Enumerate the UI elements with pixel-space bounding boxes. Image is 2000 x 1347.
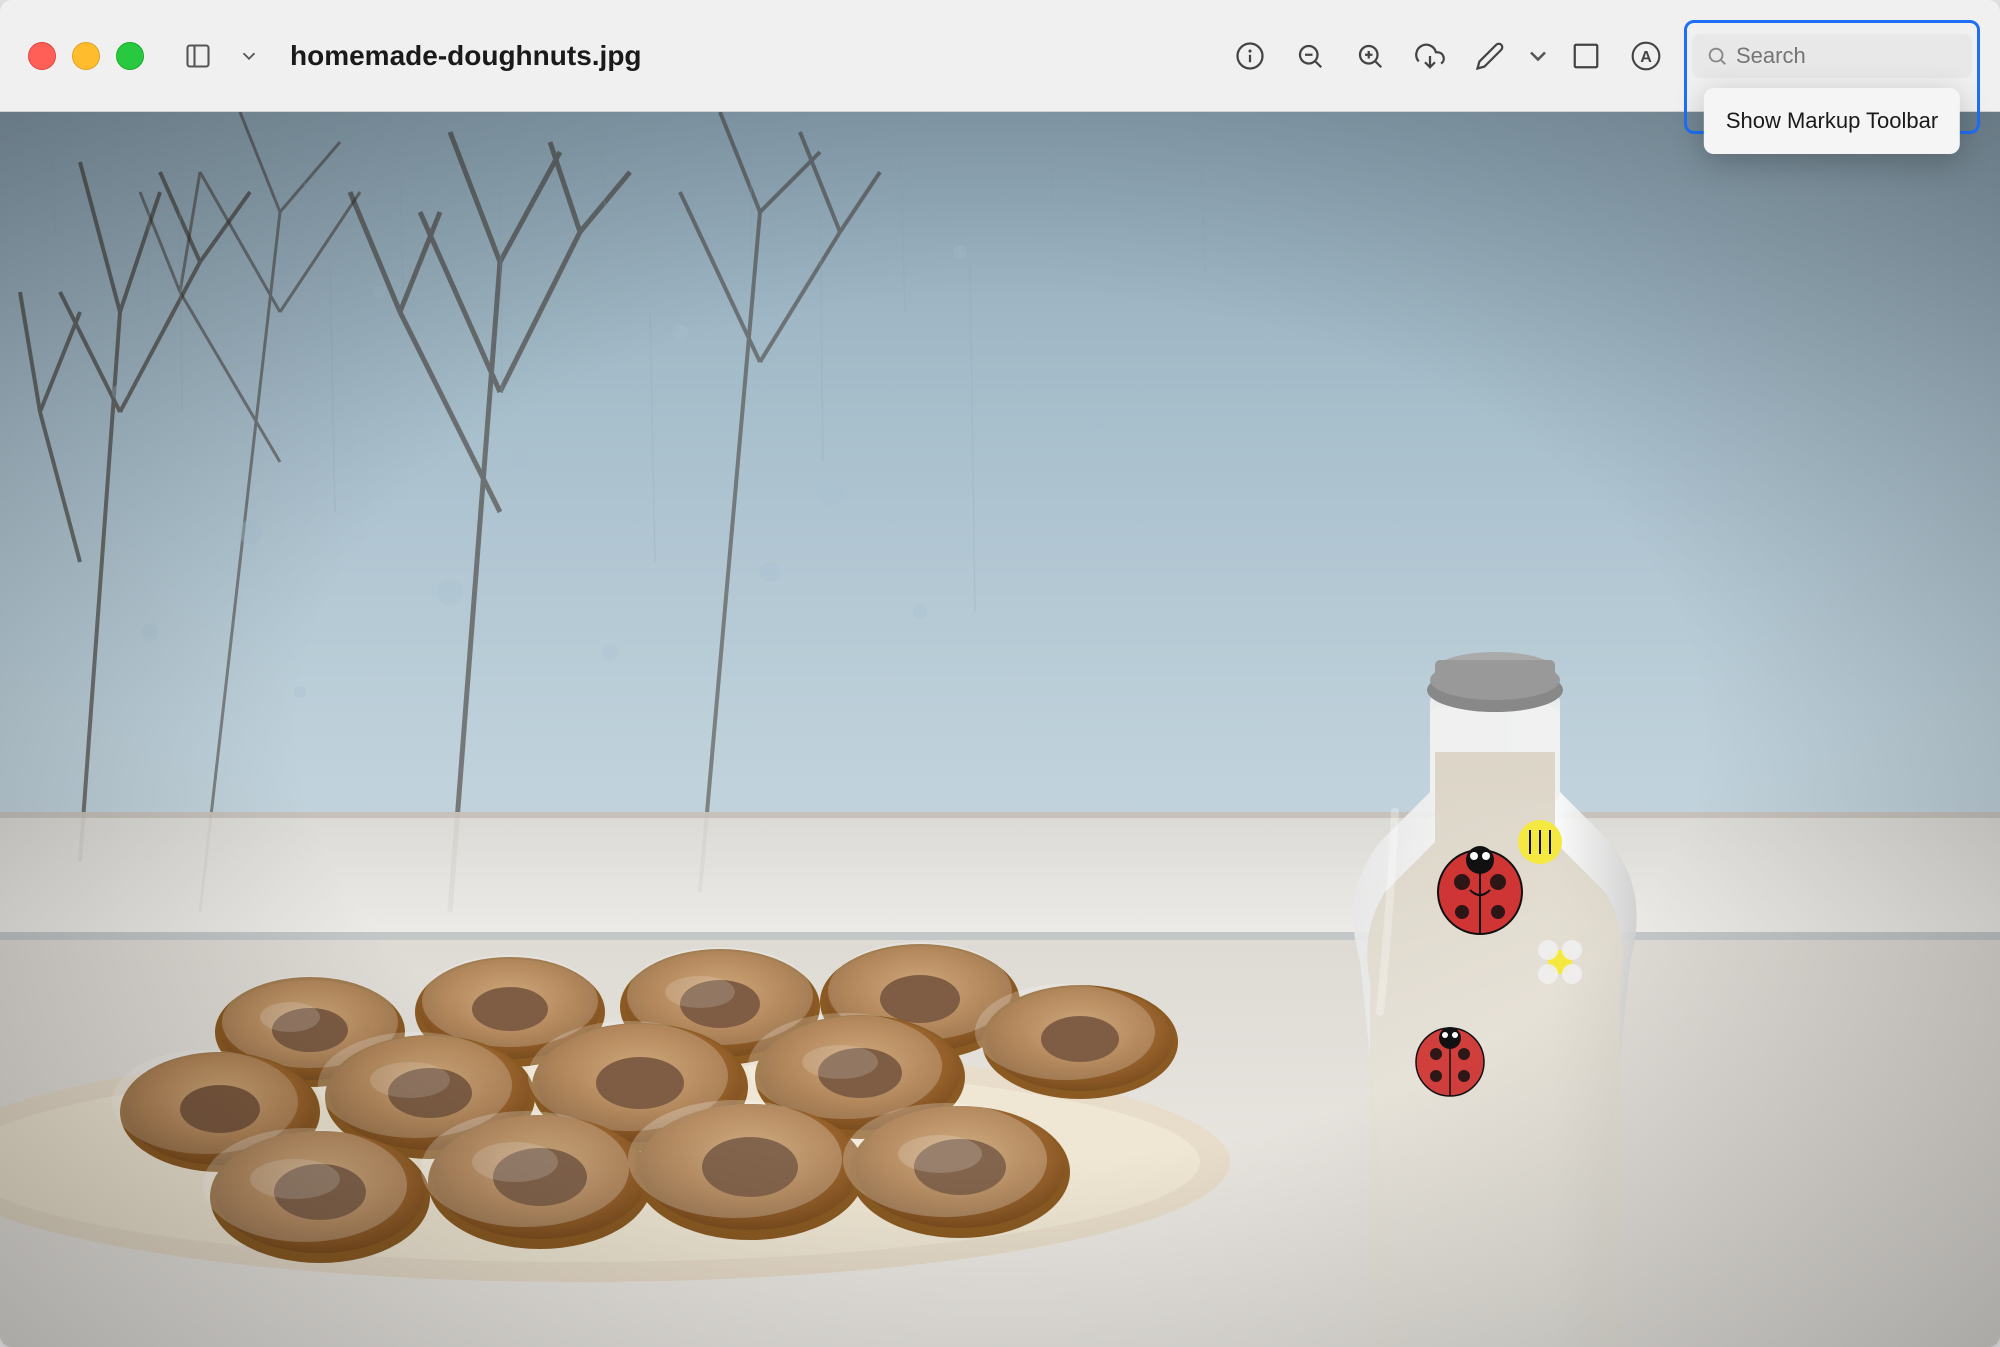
share-button[interactable] (1404, 30, 1456, 82)
maximize-button[interactable] (116, 42, 144, 70)
pencil-dropdown-button[interactable] (1524, 30, 1552, 82)
image-area (0, 112, 2000, 1347)
crop-button[interactable] (1560, 30, 1612, 82)
info-button[interactable] (1224, 30, 1276, 82)
markup-button[interactable]: A (1620, 30, 1672, 82)
search-area: Show Markup Toolbar (1692, 34, 1972, 78)
filename-label: homemade-doughnuts.jpg (290, 40, 642, 72)
close-button[interactable] (28, 42, 56, 70)
search-input-wrapper (1692, 34, 1972, 78)
sidebar-toggle-button[interactable] (172, 35, 224, 77)
chevron-down-button[interactable] (232, 39, 266, 73)
traffic-lights (28, 42, 144, 70)
svg-text:A: A (1640, 49, 1652, 66)
titlebar: homemade-doughnuts.jpg (0, 0, 2000, 112)
toolbar-icons: A (1224, 30, 1972, 82)
photo-content (0, 112, 2000, 1347)
zoom-out-button[interactable] (1284, 30, 1336, 82)
search-box-container: Show Markup Toolbar (1692, 34, 1972, 78)
zoom-in-button[interactable] (1344, 30, 1396, 82)
preview-window: homemade-doughnuts.jpg (0, 0, 2000, 1347)
dropdown-popup: Show Markup Toolbar (1704, 88, 1960, 154)
search-input[interactable] (1736, 43, 1936, 69)
show-markup-toolbar-item[interactable]: Show Markup Toolbar (1704, 94, 1960, 148)
pencil-button[interactable] (1464, 30, 1516, 82)
minimize-button[interactable] (72, 42, 100, 70)
search-icon (1706, 45, 1728, 67)
